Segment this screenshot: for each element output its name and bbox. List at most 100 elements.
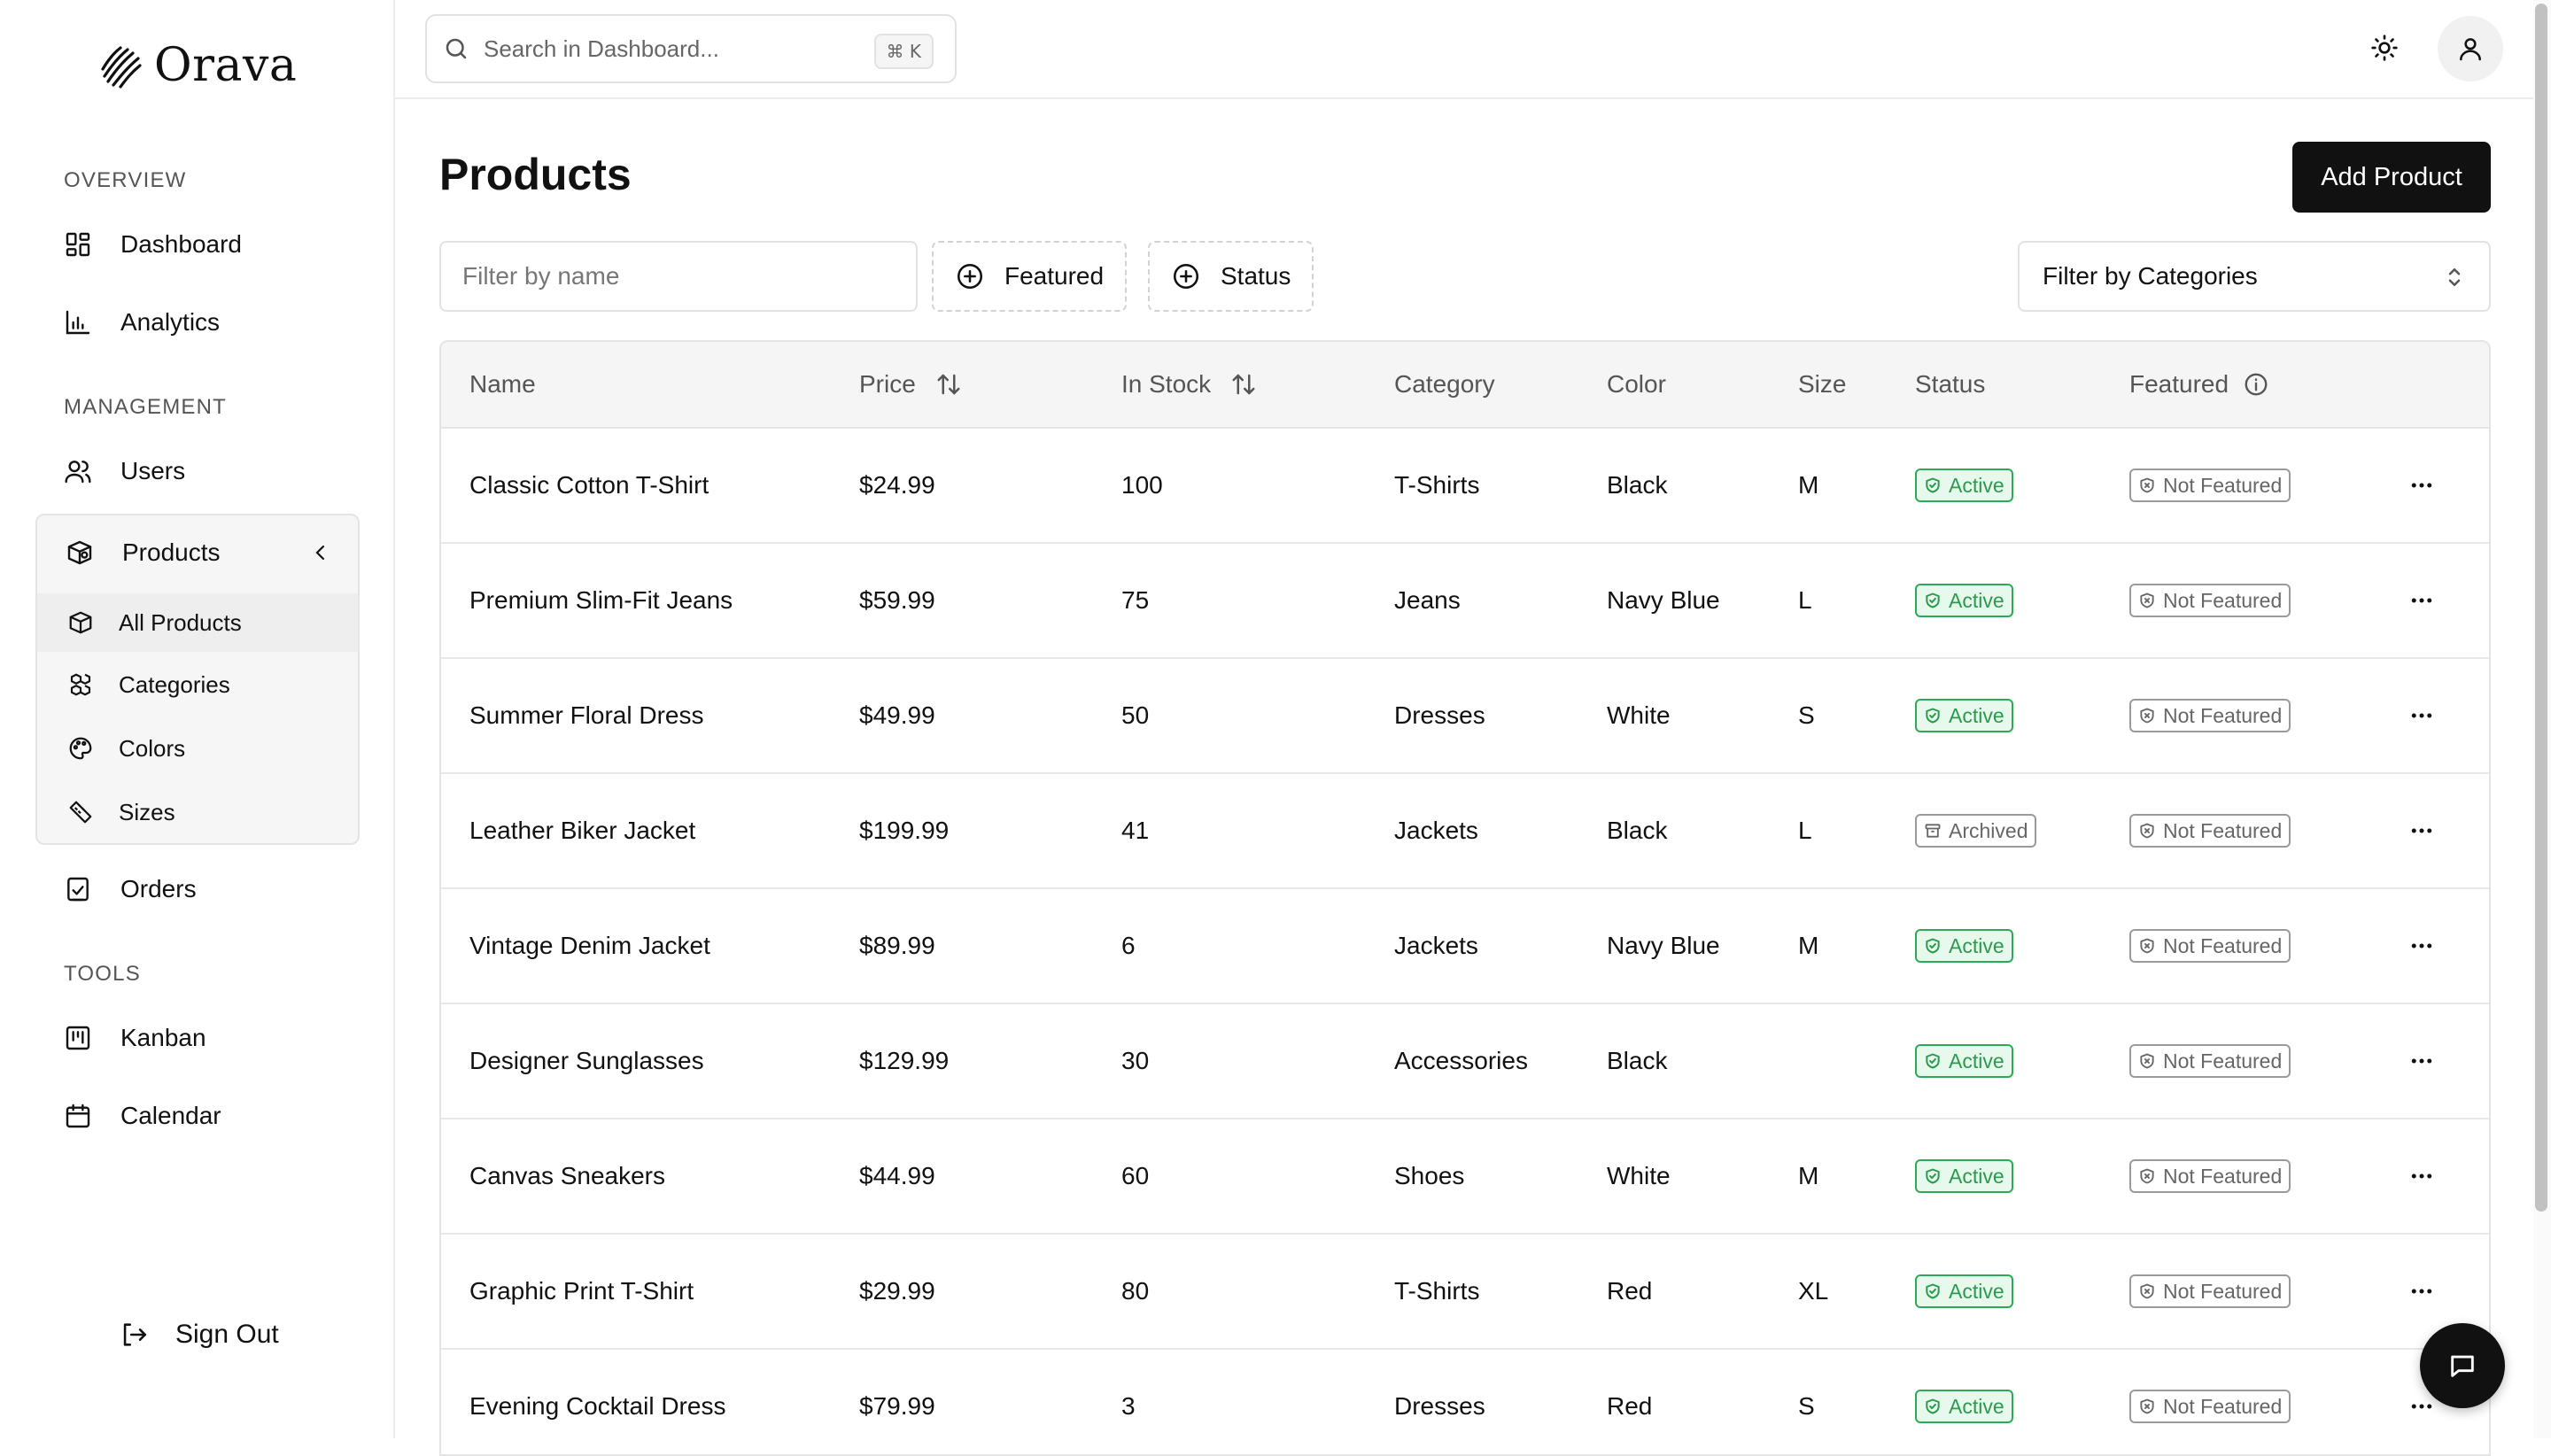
add-product-button[interactable]: Add Product bbox=[2292, 142, 2491, 213]
column-header-stock[interactable]: In Stock bbox=[1121, 342, 1257, 427]
category-select-value: Filter by Categories bbox=[2043, 262, 2258, 290]
cell-featured: Not Featured bbox=[2129, 889, 2291, 1003]
featured-badge: Not Featured bbox=[2129, 469, 2291, 502]
cell-status: Active bbox=[1915, 659, 2013, 772]
cell-category: T-Shirts bbox=[1394, 1277, 1480, 1305]
search-input[interactable] bbox=[482, 34, 840, 64]
status-badge: Active bbox=[1915, 929, 2013, 963]
sort-icon[interactable] bbox=[935, 371, 962, 398]
sidebar-subitem-categories[interactable]: Categories bbox=[37, 655, 358, 714]
cell-name: Classic Cotton T-Shirt bbox=[469, 471, 709, 499]
table-row[interactable]: Designer Sunglasses $129.99 30 Accessories B… bbox=[441, 1004, 2489, 1119]
table-row[interactable]: Classic Cotton T-Shirt $24.99 100 T-Shirts B… bbox=[441, 429, 2489, 544]
shield-check-icon bbox=[1924, 476, 1949, 494]
row-actions-button[interactable] bbox=[2404, 1274, 2439, 1309]
table-row[interactable]: Leather Biker Jacket $199.99 41 Jackets Blac… bbox=[441, 774, 2489, 889]
table-row[interactable]: Vintage Denim Jacket $89.99 6 Jackets Navy B… bbox=[441, 889, 2489, 1004]
featured-filter-label: Featured bbox=[1004, 262, 1105, 290]
cell-featured: Not Featured bbox=[2129, 1119, 2291, 1233]
featured-badge-label: Not Featured bbox=[2163, 1164, 2283, 1188]
table-row[interactable]: Summer Floral Dress $49.99 50 Dresses White S… bbox=[441, 659, 2489, 774]
search-shortcut-badge: ⌘ K bbox=[873, 34, 934, 69]
featured-badge-label: Not Featured bbox=[2163, 1049, 2283, 1073]
row-actions-button[interactable] bbox=[2404, 1158, 2439, 1194]
cell-stock: 3 bbox=[1121, 1392, 1136, 1420]
sidebar-item-calendar[interactable]: Calendar bbox=[64, 1089, 356, 1142]
table-row[interactable]: Graphic Print T-Shirt $29.99 80 T-Shirts Red… bbox=[441, 1235, 2489, 1350]
column-header-price[interactable]: Price bbox=[859, 342, 962, 427]
search-box[interactable]: ⌘ K bbox=[425, 14, 957, 83]
row-actions-button[interactable] bbox=[2404, 468, 2439, 503]
sidebar-item-products[interactable]: Products bbox=[37, 515, 358, 590]
sidebar-subitem-label: All Products bbox=[119, 608, 242, 636]
row-actions-button[interactable] bbox=[2404, 928, 2439, 964]
row-actions-button[interactable] bbox=[2404, 1043, 2439, 1079]
sort-icon[interactable] bbox=[1230, 371, 1257, 398]
sidebar-item-dashboard[interactable]: Dashboard bbox=[64, 218, 356, 271]
status-filter-label: Status bbox=[1221, 262, 1291, 290]
sidebar-item-users[interactable]: Users bbox=[64, 445, 356, 498]
plus-circle-icon bbox=[955, 261, 985, 291]
user-menu-button[interactable] bbox=[2438, 16, 2503, 81]
column-header-label: Size bbox=[1798, 370, 1847, 398]
cell-size: S bbox=[1798, 1392, 1815, 1420]
row-actions-button[interactable] bbox=[2404, 813, 2439, 848]
table-row[interactable]: Premium Slim-Fit Jeans $59.99 75 Jeans Navy … bbox=[441, 544, 2489, 659]
column-header-label: Category bbox=[1394, 370, 1495, 398]
status-filter-button[interactable]: Status bbox=[1148, 241, 1314, 312]
sidebar-subitem-label: Sizes bbox=[119, 798, 175, 825]
table-row[interactable]: Evening Cocktail Dress $79.99 3 Dresses Red S… bbox=[441, 1350, 2489, 1454]
row-actions-button[interactable] bbox=[2404, 583, 2439, 618]
category-select[interactable]: Filter by Categories bbox=[2018, 241, 2491, 312]
page-title: Products bbox=[439, 150, 632, 199]
shield-x-icon bbox=[2138, 1398, 2163, 1415]
cell-featured: Not Featured bbox=[2129, 659, 2291, 772]
cell-category: Dresses bbox=[1394, 1392, 1485, 1420]
sidebar-subitem-colors[interactable]: Colors bbox=[37, 719, 358, 778]
bar-chart-icon bbox=[64, 308, 92, 337]
sidebar-item-analytics[interactable]: Analytics bbox=[64, 296, 356, 349]
info-icon[interactable] bbox=[2243, 371, 2269, 398]
status-badge-label: Active bbox=[1949, 588, 2004, 612]
sidebar-item-kanban[interactable]: Kanban bbox=[64, 1011, 356, 1065]
sidebar-group-products: Products All Products Categories Colors … bbox=[35, 514, 360, 845]
cell-category: Jackets bbox=[1394, 817, 1478, 844]
status-badge-label: Active bbox=[1949, 1049, 2004, 1073]
featured-badge-label: Not Featured bbox=[2163, 1279, 2283, 1303]
scrollbar-thumb[interactable] bbox=[2535, 4, 2547, 1212]
featured-badge-label: Not Featured bbox=[2163, 473, 2283, 497]
chevron-left-icon[interactable] bbox=[310, 542, 331, 563]
table-row[interactable]: Canvas Sneakers $44.99 60 Shoes White M Active… bbox=[441, 1119, 2489, 1235]
featured-badge-label: Not Featured bbox=[2163, 818, 2283, 842]
sign-out-button[interactable]: Sign Out bbox=[119, 1320, 279, 1350]
sidebar-subitem-label: Colors bbox=[119, 734, 186, 762]
cell-category: Shoes bbox=[1394, 1162, 1465, 1189]
cell-price: $24.99 bbox=[859, 471, 935, 499]
sidebar-subitem-all-products[interactable]: All Products bbox=[37, 593, 358, 652]
brand-logo[interactable]: Orava bbox=[97, 39, 297, 92]
chat-button[interactable] bbox=[2420, 1323, 2505, 1408]
sidebar-item-orders[interactable]: Orders bbox=[64, 863, 356, 916]
user-icon bbox=[2456, 35, 2485, 63]
cell-color: Black bbox=[1607, 817, 1668, 844]
featured-badge: Not Featured bbox=[2129, 1159, 2291, 1193]
featured-filter-button[interactable]: Featured bbox=[932, 241, 1128, 312]
sidebar-item-label: Users bbox=[120, 457, 186, 484]
sidebar-subitem-sizes[interactable]: Sizes bbox=[37, 783, 358, 841]
theme-toggle-button[interactable] bbox=[2367, 30, 2402, 66]
cell-stock: 50 bbox=[1121, 701, 1150, 729]
shield-x-icon bbox=[2138, 1282, 2163, 1300]
cell-stock: 80 bbox=[1121, 1277, 1150, 1305]
cell-price: $129.99 bbox=[859, 1047, 950, 1074]
shield-x-icon bbox=[2138, 1052, 2163, 1070]
cell-name: Canvas Sneakers bbox=[469, 1162, 666, 1189]
filter-by-name-input[interactable] bbox=[439, 241, 918, 312]
sidebar-subitem-label: Categories bbox=[119, 670, 230, 698]
column-header-label: Name bbox=[469, 370, 536, 398]
cell-name: Summer Floral Dress bbox=[469, 701, 704, 729]
status-badge-label: Active bbox=[1949, 933, 2004, 957]
row-actions-button[interactable] bbox=[2404, 698, 2439, 733]
products-icon bbox=[66, 538, 94, 567]
cell-stock: 41 bbox=[1121, 817, 1150, 844]
featured-badge: Not Featured bbox=[2129, 584, 2291, 617]
